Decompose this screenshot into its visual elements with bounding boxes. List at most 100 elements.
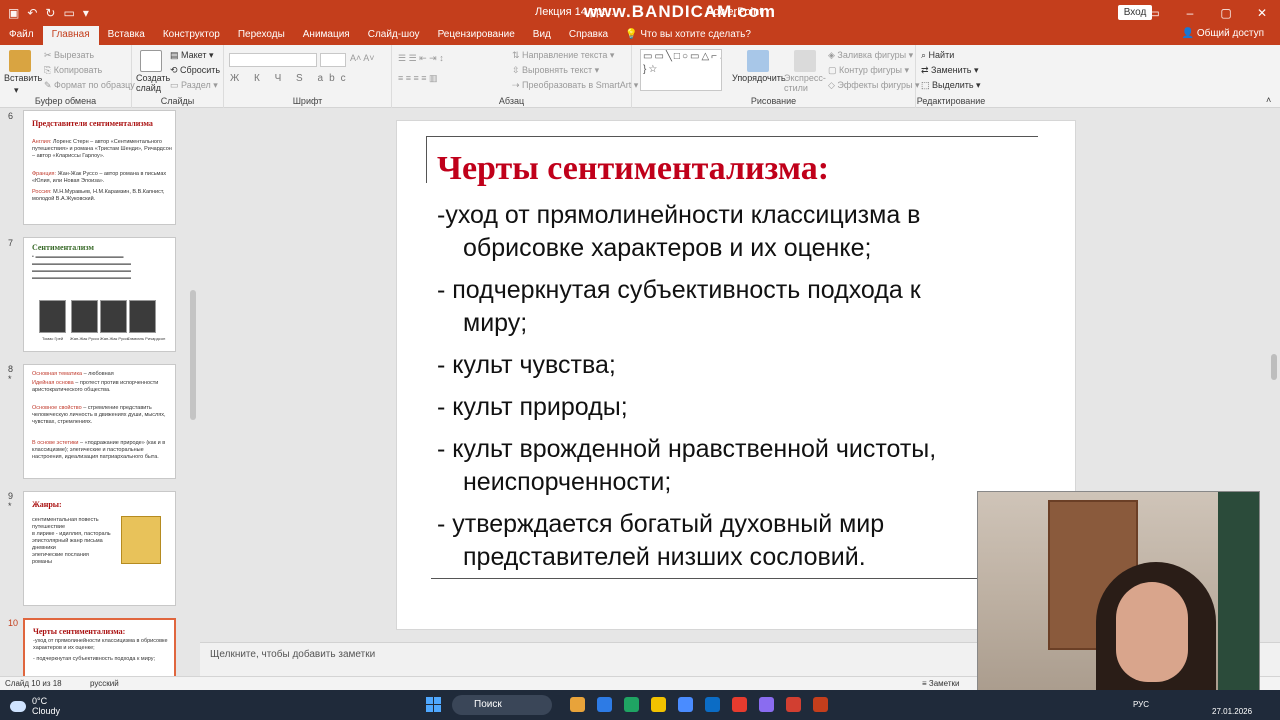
taskbar-app-icon[interactable] <box>624 697 639 712</box>
language-indicator[interactable]: русский <box>90 679 119 688</box>
tab-view[interactable]: Вид <box>524 26 560 45</box>
taskbar-search[interactable]: Поиск <box>452 695 552 715</box>
quick-styles-button[interactable]: Экспресс-стили <box>784 73 828 93</box>
taskbar-app-icon[interactable] <box>678 697 693 712</box>
font-grow-shrink-icon[interactable]: A˄ A˅ <box>350 53 375 63</box>
tab-review[interactable]: Рецензирование <box>429 26 524 45</box>
weather-widget[interactable]: 0°C Cloudy <box>10 696 60 716</box>
new-slide-button[interactable]: Создать слайд <box>136 73 172 93</box>
slideshow-start-icon[interactable]: ▭ <box>63 6 74 20</box>
taskbar-date[interactable]: 27.01.2026 <box>1212 707 1252 716</box>
paste-button[interactable]: Вставить <box>4 73 42 83</box>
reset-button[interactable]: ⟲ Сбросить <box>170 65 220 76</box>
shapes-gallery[interactable]: ▭▭╲□○▭△⌐↗⇨⇩☆⌒{ }☆ <box>640 49 722 91</box>
replace-button[interactable]: ⇄ Заменить ▾ <box>921 65 979 76</box>
slide-left-rule <box>426 136 427 183</box>
maximize-icon[interactable]: ▢ <box>1208 0 1244 26</box>
collapse-ribbon-icon[interactable]: ˄ <box>1266 95 1271 105</box>
customize-qat-icon[interactable]: ▾ <box>83 6 89 20</box>
tab-slideshow[interactable]: Слайд-шоу <box>359 26 429 45</box>
undo-icon[interactable]: ↶ <box>27 6 37 20</box>
current-slide[interactable]: Черты сентиментализма: -уход от прямолин… <box>396 120 1076 630</box>
paste-icon[interactable] <box>9 50 31 72</box>
cut-label: Вырезать <box>54 50 95 60</box>
section-label: Раздел <box>181 80 211 90</box>
taskbar-app-icon[interactable] <box>705 697 720 712</box>
slide-thumbnail-8[interactable]: Основная тематика – любовная Идейная осн… <box>23 364 176 479</box>
group-clipboard: Вставить ▾ ✂ Вырезать ⎘ Копировать ✎ Фор… <box>0 45 135 108</box>
bullet-item: - культ природы; <box>437 393 628 421</box>
close-icon[interactable]: ✕ <box>1244 0 1280 26</box>
bullet-item: - культ врожденной нравственной чистоты,… <box>437 435 937 496</box>
tab-transitions[interactable]: Переходы <box>229 26 294 45</box>
redo-icon[interactable]: ↻ <box>45 6 55 20</box>
font-format-buttons[interactable]: Ж К Ч S abc <box>230 73 352 84</box>
tab-file[interactable]: Файл <box>0 26 43 45</box>
font-size-combo[interactable] <box>320 53 346 67</box>
notes-toggle[interactable]: ≡ Заметки <box>922 679 960 688</box>
canvas-vertical-scrollbar[interactable] <box>1268 108 1280 642</box>
find-button[interactable]: ⌕ Найти <box>921 50 954 61</box>
tell-me-search[interactable]: 💡 Что вы хотите сделать? <box>625 26 751 45</box>
list-buttons-icon[interactable]: ☰ ☰ ⇤ ⇥ ↕ <box>398 53 444 64</box>
shape-fill-label: Заливка фигуры <box>837 50 907 60</box>
cut-button[interactable]: ✂ Вырезать <box>44 50 94 61</box>
tab-home[interactable]: Главная <box>42 26 99 45</box>
slide-title[interactable]: Черты сентиментализма: <box>437 150 829 188</box>
save-icon[interactable]: ▣ <box>8 6 19 20</box>
slide-thumbnail-10[interactable]: Черты сентиментализма: -уход от прямолин… <box>23 618 176 676</box>
slide-thumbnails-panel[interactable]: 6 Представители сентиментализма Англия: … <box>0 108 200 676</box>
quick-styles-icon[interactable] <box>794 50 816 72</box>
align-text-button[interactable]: ⇳ Выровнять текст ▾ <box>512 65 599 76</box>
tab-help[interactable]: Справка <box>560 26 617 45</box>
section-button[interactable]: ▭ Раздел ▾ <box>170 80 218 91</box>
slide-thumbnail-6[interactable]: Представители сентиментализма Англия: Ло… <box>23 110 176 225</box>
portrait-caption: Жан-Жак Руссо <box>100 336 130 341</box>
temperature: 0°C <box>32 696 48 706</box>
ribbon-display-icon[interactable]: ▭ <box>1136 0 1172 26</box>
canvas-scrollbar-thumb[interactable] <box>1271 354 1277 380</box>
smartart-button[interactable]: ⇢ Преобразовать в SmartArt ▾ <box>512 80 638 91</box>
replace-label: Заменить <box>931 65 972 75</box>
align-buttons-icon[interactable]: ≡ ≡ ≡ ≡ ▥ <box>398 73 438 84</box>
group-paragraph: ☰ ☰ ⇤ ⇥ ↕ ≡ ≡ ≡ ≡ ▥ ⇅ Направление текста… <box>392 45 638 108</box>
notes-toggle-label: Заметки <box>928 679 960 688</box>
smartart-label: Преобразовать в SmartArt <box>522 80 632 90</box>
taskbar-app-icon[interactable] <box>651 697 666 712</box>
arrange-button[interactable]: Упорядочить <box>732 73 786 83</box>
taskbar-app-icon[interactable] <box>786 697 801 712</box>
start-button[interactable] <box>426 697 441 712</box>
taskbar-app-icon[interactable] <box>759 697 774 712</box>
portrait-image <box>100 300 127 333</box>
layout-button[interactable]: ▤ Макет ▾ <box>170 50 214 61</box>
text-direction-button[interactable]: ⇅ Направление текста ▾ <box>512 50 614 61</box>
select-button[interactable]: ⬚ Выделить ▾ <box>921 80 981 91</box>
arrange-icon[interactable] <box>747 50 769 72</box>
format-painter-button[interactable]: ✎ Формат по образцу <box>44 80 135 91</box>
thumbnails-scrollbar-thumb[interactable] <box>190 290 196 420</box>
powerpoint-taskbar-icon[interactable] <box>813 697 828 712</box>
share-button[interactable]: 👤 Общий доступ <box>1182 28 1264 39</box>
new-slide-icon[interactable] <box>140 50 162 72</box>
shape-outline-button[interactable]: ▢ Контур фигуры ▾ <box>828 65 909 76</box>
slide-thumbnail-7[interactable]: Сентиментализм ▪ ▬▬▬▬▬▬▬▬▬▬▬▬▬▬▬▬ ▬▬▬▬▬▬▬… <box>23 237 176 352</box>
slide-thumbnail-9[interactable]: Жанры: сентиментальная повесть путешестви… <box>23 491 176 606</box>
taskbar-app-icon[interactable] <box>570 697 585 712</box>
tab-design[interactable]: Конструктор <box>154 26 229 45</box>
font-name-combo[interactable] <box>229 53 317 67</box>
input-language[interactable]: РУС <box>1133 700 1149 709</box>
paste-dropdown-icon[interactable]: ▾ <box>14 85 19 96</box>
shape-fill-button[interactable]: ◈ Заливка фигуры ▾ <box>828 50 913 61</box>
taskbar-app-icon[interactable] <box>732 697 747 712</box>
thumb-text: Франция: Жан-Жак Руссо – автор романа в … <box>32 171 167 184</box>
tab-animations[interactable]: Анимация <box>294 26 359 45</box>
animation-star-icon: * <box>8 501 12 511</box>
thumb-title: Черты сентиментализма: <box>33 627 126 636</box>
slide-body[interactable]: -уход от прямолинейности классицизма в об… <box>437 199 1057 583</box>
minimize-icon[interactable]: – <box>1172 0 1208 26</box>
copy-button[interactable]: ⎘ Копировать <box>44 65 102 76</box>
reset-label: Сбросить <box>180 65 221 75</box>
taskbar-app-icon[interactable] <box>597 697 612 712</box>
shape-effects-button[interactable]: ◇ Эффекты фигуры ▾ <box>828 80 919 91</box>
tab-insert[interactable]: Вставка <box>99 26 154 45</box>
